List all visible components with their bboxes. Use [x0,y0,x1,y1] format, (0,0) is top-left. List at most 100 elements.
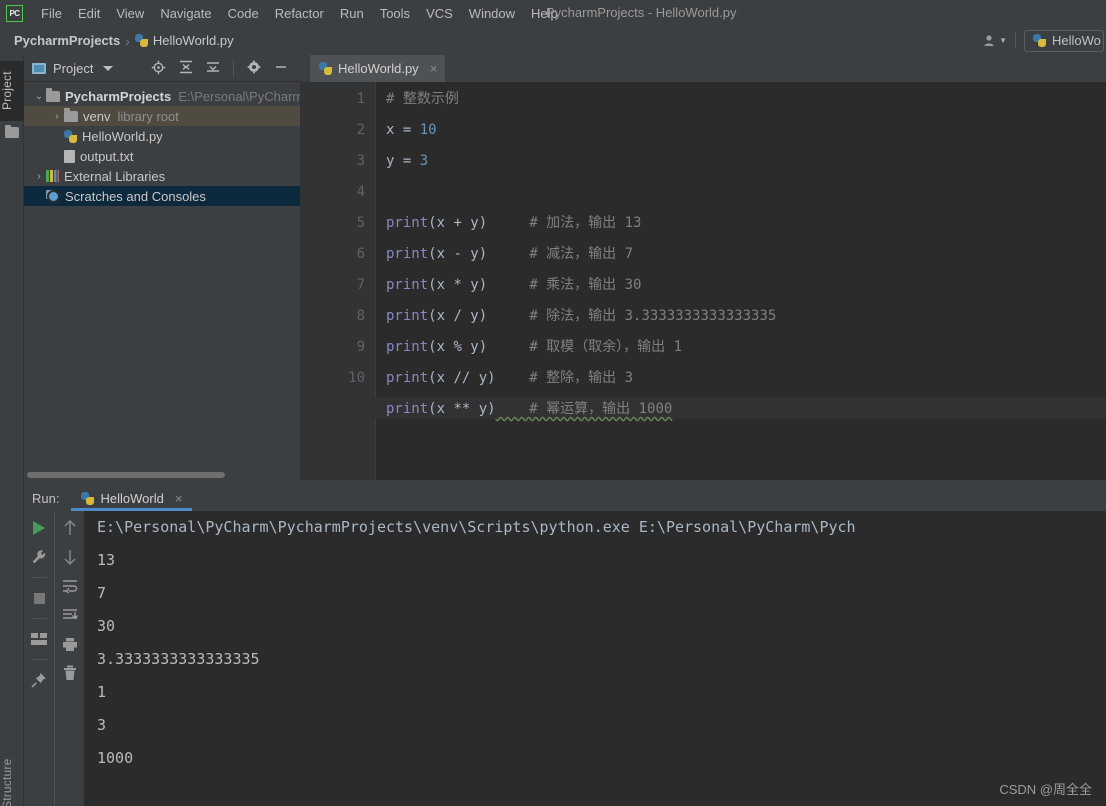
gear-icon[interactable] [247,60,262,76]
console-output-line: 3.3333333333333335 [97,650,260,668]
tree-item-subtitle: library root [117,108,179,124]
line-number: 2 [356,122,365,138]
code-line[interactable]: print(x // y) # 整除，输出 3 [377,369,633,387]
left-tool-strip: Project Structure [0,55,24,806]
project-tool-window: Project ⌄ PycharmProjects E:\Personal\Py… [24,55,307,480]
run-tool-window: Run: HelloWorld × E:\Personal\PyCharm\Py… [24,486,1106,806]
python-file-icon [319,62,332,75]
minimize-icon[interactable] [274,60,288,76]
code-line[interactable]: print(x - y) # 减法，输出 7 [377,245,633,263]
menu-item-code[interactable]: Code [220,3,267,24]
run-configuration-selector[interactable]: HelloWo [1024,29,1104,52]
code-line[interactable]: print(x % y) # 取模（取余），输出 1 [377,338,682,356]
run-tab-bar: Run: HelloWorld × [24,486,1106,511]
chevron-right-icon[interactable]: › [32,171,46,182]
tree-item-pycharmprojects[interactable]: ⌄ PycharmProjects E:\Personal\PyCharm\ [24,86,307,106]
tree-item-helloworld-py[interactable]: HelloWorld.py [24,126,300,146]
breadcrumb-project[interactable]: PycharmProjects [14,33,120,48]
run-panel-label: Run: [32,491,60,506]
menu-item-refactor[interactable]: Refactor [267,3,332,24]
run-toolbar-right-column [54,511,84,806]
scroll-end-icon[interactable] [61,606,79,624]
tree-item-scratches-and-consoles[interactable]: Scratches and Consoles [24,186,300,206]
code-line[interactable]: print(x + y) # 加法，输出 13 [377,214,641,232]
run-icon[interactable] [30,519,48,537]
project-panel-horizontal-scrollbar[interactable] [24,470,300,479]
tree-item-external-libraries[interactable]: › External Libraries [24,166,300,186]
menu-item-view[interactable]: View [108,3,152,24]
code-line[interactable]: print(x / y) # 除法，输出 3.3333333333333335 [377,307,776,325]
code-content[interactable]: # 整数示例 x = 10 y = 3 print(x + y) # 加法，输出 13… [300,82,1106,480]
code-comment: # 取模（取余），输出 1 [487,339,683,355]
print-icon[interactable] [61,635,79,653]
person-icon [984,35,994,46]
collapse-all-icon[interactable] [206,60,220,76]
expand-all-icon[interactable] [179,60,193,76]
scrollbar-thumb[interactable] [27,472,225,478]
menu-item-vcs[interactable]: VCS [418,3,461,24]
code-line[interactable]: x = 10 [377,121,437,139]
tool-window-tab-project[interactable]: Project [0,61,24,121]
tree-item-label: venv [83,108,111,124]
editor-tab-label: HelloWorld.py [338,61,419,76]
console-output-line: 30 [97,617,116,635]
tree-item-subtitle: E:\Personal\PyCharm\ [178,88,307,104]
menu-item-navigate[interactable]: Navigate [152,3,219,24]
trash-icon[interactable] [61,664,79,682]
layout-icon[interactable] [30,630,48,648]
menu-item-window[interactable]: Window [461,3,523,24]
pin-icon[interactable] [30,671,48,689]
stop-icon[interactable] [30,589,48,607]
toolbar-divider [1015,32,1016,49]
toolbar-divider [233,59,235,77]
locate-target-icon[interactable] [151,60,166,77]
chevron-down-icon[interactable] [103,65,114,71]
close-icon[interactable]: × [175,491,183,506]
code-line[interactable]: y = 3 [377,152,428,170]
code-token-number: 3 [419,153,429,169]
tree-item-output-txt[interactable]: output.txt [24,146,300,166]
code-comment: # 整数示例 [386,91,459,107]
close-icon[interactable]: × [430,61,438,76]
code-line[interactable]: print(x ** y) # 幂运算，输出 1000 [377,400,672,418]
editor-gutter[interactable]: 1234567891011 [300,82,376,480]
code-line[interactable]: # 整数示例 [377,90,459,108]
code-comment: # 幂运算，输出 1000 [495,401,673,417]
python-file-icon [64,129,77,143]
menu-item-edit[interactable]: Edit [70,3,108,24]
code-token-number: 10 [419,122,437,138]
console-command-line: E:\Personal\PyCharm\PycharmProjects\venv… [97,518,856,536]
up-arrow-icon[interactable] [61,519,79,537]
menu-item-file[interactable]: File [33,3,70,24]
project-panel-title[interactable]: Project [32,61,93,76]
chevron-right-icon[interactable]: › [50,111,64,122]
run-tab-label: HelloWorld [100,491,164,506]
console-output-line: 1 [97,683,107,701]
code-token-function: print [386,401,429,417]
editor-tab-helloworld[interactable]: HelloWorld.py × [310,55,446,82]
line-number: 5 [356,215,365,231]
project-view-icon [32,62,46,74]
tool-window-tab-structure[interactable]: Structure [0,745,24,806]
user-menu-button[interactable]: ▼ [983,34,1007,47]
menu-item-run[interactable]: Run [332,3,372,24]
menu-item-tools[interactable]: Tools [372,3,418,24]
project-panel-header: Project [24,55,300,82]
breadcrumb-file[interactable]: HelloWorld.py [134,33,234,48]
wrench-icon[interactable] [30,548,48,566]
tree-item-venv[interactable]: › venv library root [24,106,300,126]
line-number: 3 [356,153,365,169]
tree-item-label: External Libraries [64,168,166,184]
console-output-line: 3 [97,716,107,734]
code-line[interactable]: print(x * y) # 乘法，输出 30 [377,276,641,294]
line-number: 1 [356,91,365,107]
chevron-down-icon[interactable]: ⌄ [32,91,46,102]
folder-icon [46,87,60,102]
code-token-function: print [386,215,429,231]
python-config-icon [1033,34,1046,47]
run-tab-helloworld[interactable]: HelloWorld × [71,486,193,511]
run-console-output[interactable]: E:\Personal\PyCharm\PycharmProjects\venv… [84,511,1106,806]
code-comment: # 除法，输出 3.3333333333333335 [487,308,777,324]
soft-wrap-icon[interactable] [61,577,79,595]
down-arrow-icon[interactable] [61,548,79,566]
